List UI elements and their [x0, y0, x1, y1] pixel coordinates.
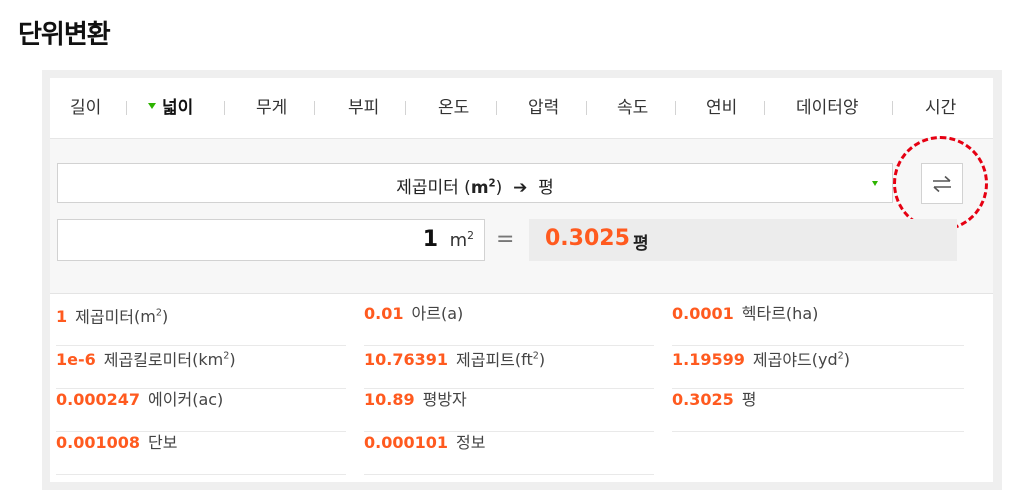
page-title: 단위변환	[18, 20, 111, 50]
tab-separator	[892, 101, 893, 115]
tab-temperature[interactable]: 온도	[438, 96, 469, 120]
list-item: 0.0001 헥타르(ha)	[672, 302, 964, 346]
value-input-field[interactable]: 1 m2	[57, 219, 485, 261]
list-item: 10.76391 제곱피트(ft2)	[364, 345, 654, 389]
input-unit: m2	[449, 229, 474, 251]
list-item: 10.89 평방자	[364, 388, 654, 432]
result-unit: 평	[633, 234, 649, 254]
tab-speed[interactable]: 속도	[617, 96, 648, 120]
list-item: 0.01 아르(a)	[364, 302, 654, 346]
tab-length[interactable]: 길이	[70, 96, 101, 120]
tab-separator	[496, 101, 497, 115]
list-item: 0.000101 정보	[364, 431, 654, 475]
tab-separator	[405, 101, 406, 115]
list-item: 0.001008 단보	[56, 431, 346, 475]
list-item: 0.3025 평	[672, 388, 964, 432]
tab-weight[interactable]: 무게	[256, 96, 287, 120]
from-unit-symbol: m	[470, 178, 489, 198]
tab-volume[interactable]: 부피	[348, 96, 379, 120]
to-unit-name: 평	[538, 178, 554, 198]
list-item: 1.19599 제곱야드(yd2)	[672, 345, 964, 389]
tab-separator	[126, 101, 127, 115]
tab-data-size[interactable]: 데이터양	[796, 96, 859, 120]
tab-fuel-efficiency[interactable]: 연비	[706, 96, 737, 120]
input-value[interactable]: 1	[423, 227, 438, 252]
tab-time[interactable]: 시간	[925, 96, 956, 120]
list-item: 1e-6 제곱킬로미터(km2)	[56, 345, 346, 389]
dropdown-caret-icon	[872, 181, 878, 186]
result-value: 0.3025	[545, 226, 630, 251]
caret-down-icon	[148, 103, 156, 109]
tab-area[interactable]: 넓이	[148, 96, 193, 120]
tab-separator	[586, 101, 587, 115]
list-item: 0.000247 에이커(ac)	[56, 388, 346, 432]
unit-pair-select[interactable]: 제곱미터 (m2) ➔ 평	[57, 163, 893, 203]
from-unit-name: 제곱미터	[396, 178, 459, 198]
equals-sign: =	[496, 227, 515, 252]
list-item: 1 제곱미터(m2)	[56, 302, 346, 346]
tab-separator	[314, 101, 315, 115]
arrow-right-icon: ➔	[513, 178, 528, 198]
unit-category-tabs: 길이 넓이 무게 부피 온도 압력 속도 연비 데이터양 시간	[50, 78, 993, 139]
tab-pressure[interactable]: 압력	[528, 96, 559, 120]
tab-separator	[764, 101, 765, 115]
highlight-circle	[893, 136, 988, 231]
result-field: 0.3025 평	[529, 219, 957, 261]
converter-panel: 길이 넓이 무게 부피 온도 압력 속도 연비 데이터양 시간 제곱미터 (m2…	[42, 70, 1002, 490]
tab-separator	[675, 101, 676, 115]
tab-separator	[224, 101, 225, 115]
conversion-area: 제곱미터 (m2) ➔ 평 1 m2 = 0.3025 평	[50, 136, 993, 294]
converter-inner: 길이 넓이 무게 부피 온도 압력 속도 연비 데이터양 시간 제곱미터 (m2…	[50, 78, 993, 482]
